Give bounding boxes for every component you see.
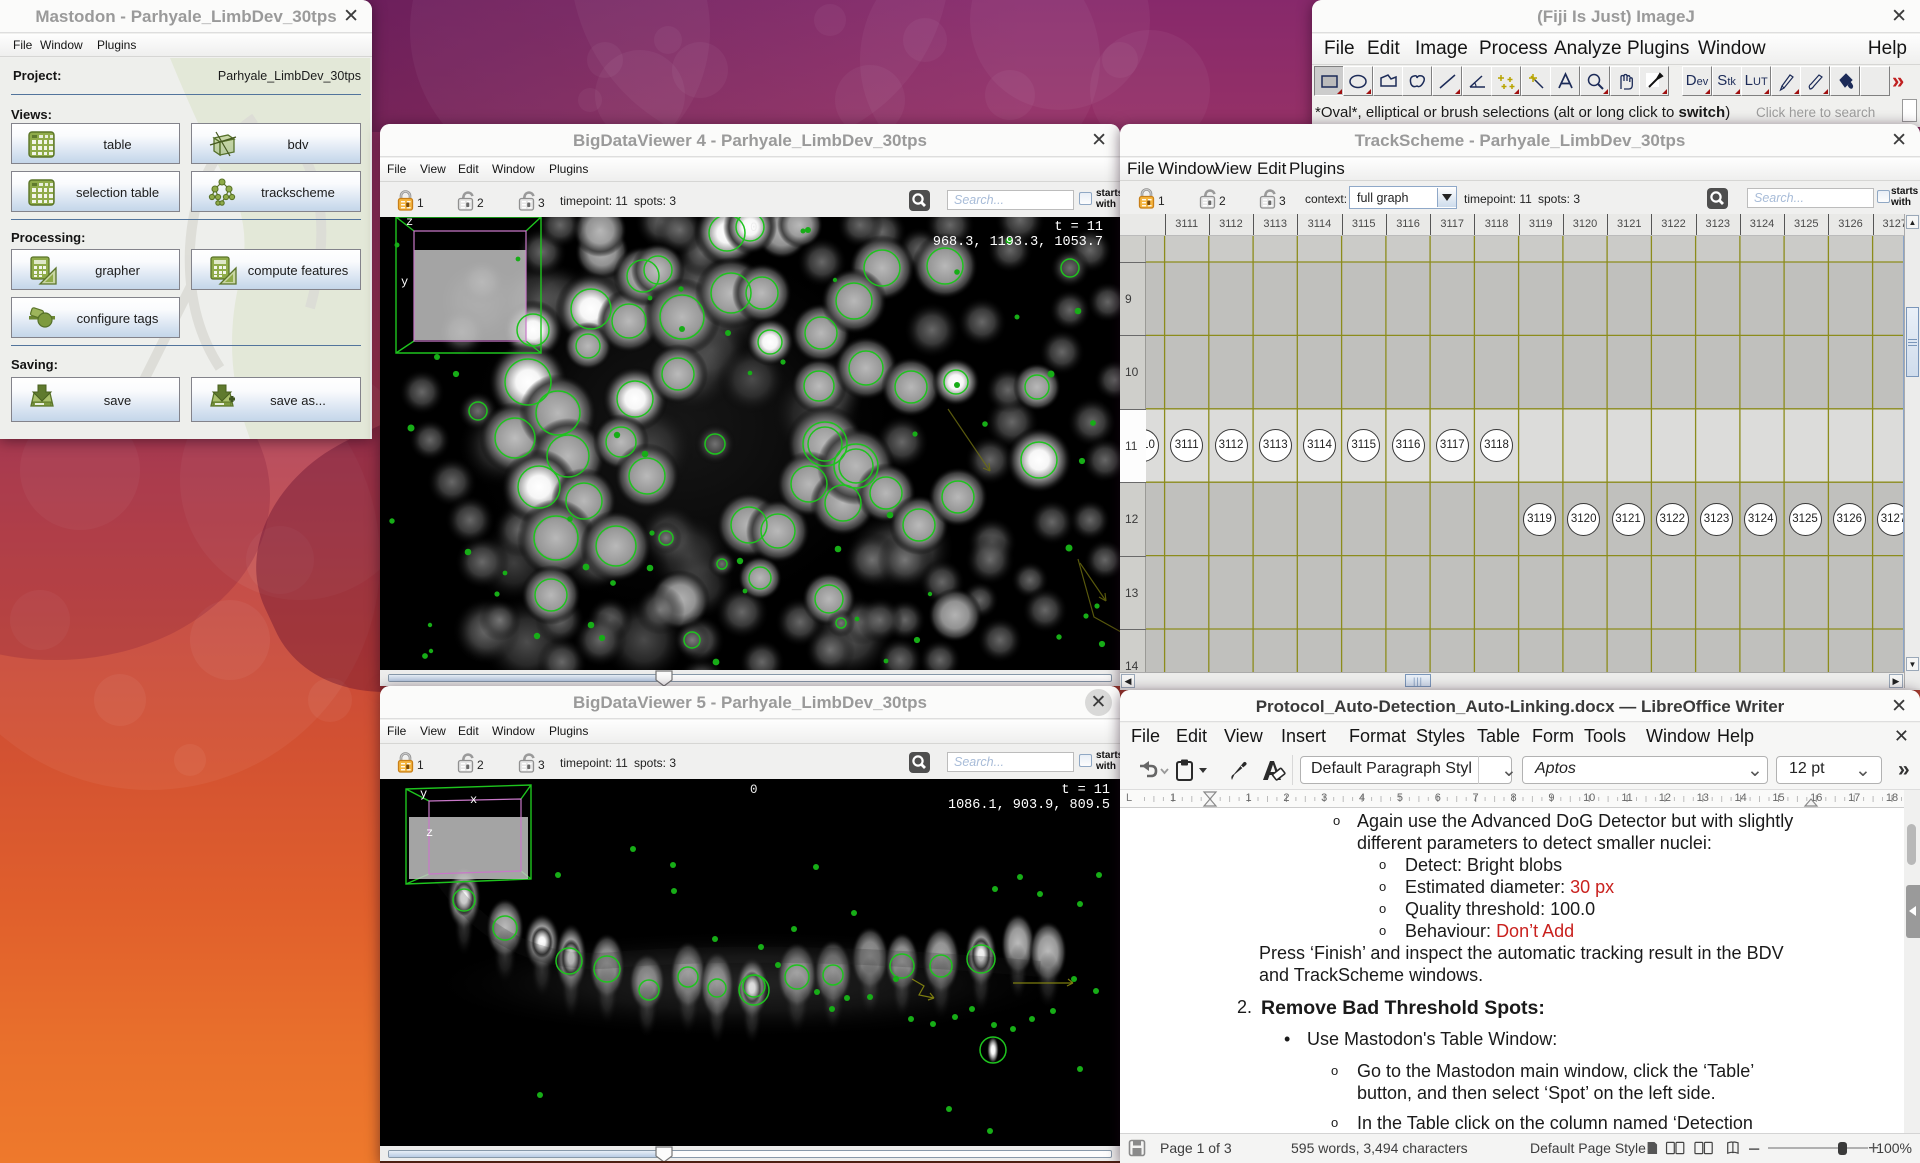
svg-text:0: 0 — [750, 783, 758, 797]
svg-text:z: z — [426, 826, 433, 840]
svg-text:t = 11: t = 11 — [1061, 783, 1110, 798]
svg-text:z: z — [406, 217, 413, 229]
svg-text:x: x — [470, 793, 477, 807]
svg-text:y: y — [420, 787, 427, 801]
svg-text:968.3, 1193.3, 1053.7: 968.3, 1193.3, 1053.7 — [933, 235, 1103, 250]
svg-text:1086.1, 903.9, 809.5: 1086.1, 903.9, 809.5 — [948, 798, 1110, 813]
svg-text:0: 0 — [750, 221, 758, 235]
svg-text:t = 11: t = 11 — [1054, 220, 1103, 235]
svg-text:y: y — [401, 275, 408, 289]
